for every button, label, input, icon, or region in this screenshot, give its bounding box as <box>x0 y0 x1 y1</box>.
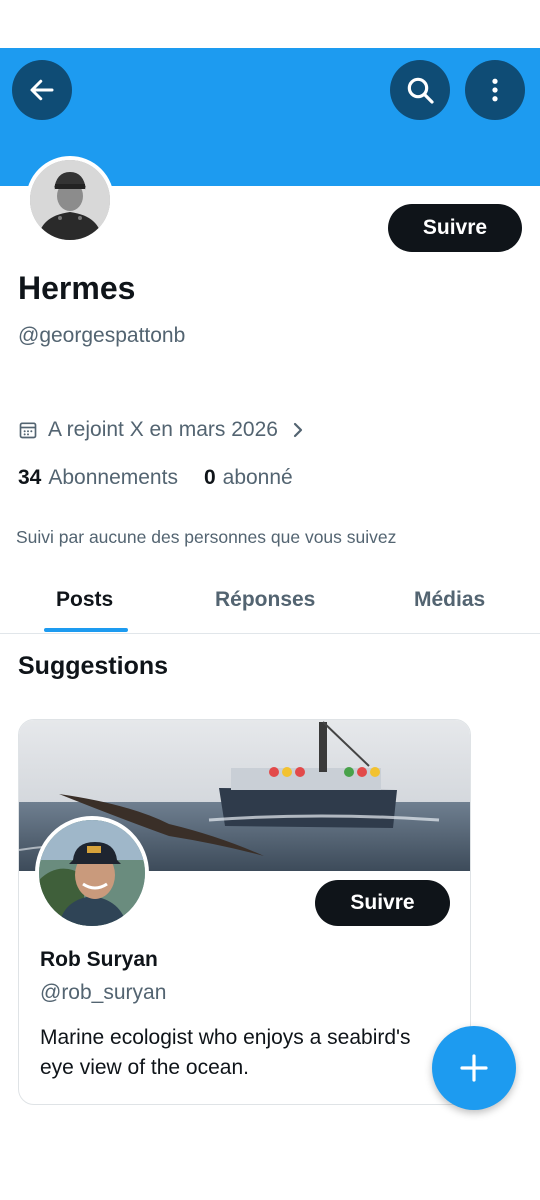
profile-tabs: Posts Réponses Médias <box>0 576 540 634</box>
more-vertical-icon <box>492 78 498 102</box>
followers-label: abonné <box>222 466 293 489</box>
follow-counts: 34 Abonnements 0 abonné <box>18 466 319 490</box>
suggestion-card[interactable]: Suivre Rob Suryan @rob_suryan Marine eco… <box>18 719 471 1105</box>
arrow-left-icon <box>30 79 54 101</box>
avatar-image <box>30 160 110 240</box>
suggestion-avatar[interactable] <box>35 816 149 930</box>
follow-button[interactable]: Suivre <box>388 204 522 252</box>
following-count: 34 <box>18 466 42 489</box>
suggestion-bio: Marine ecologist who enjoys a seabird's … <box>40 1026 411 1079</box>
following-label: Abonnements <box>48 466 178 489</box>
profile-avatar[interactable] <box>26 156 114 244</box>
calendar-icon <box>19 422 37 439</box>
profile-handle: @georgespattonb <box>18 324 186 347</box>
suggestion-avatar-image <box>39 820 145 926</box>
joined-text: A rejoint X en mars 2026 <box>48 418 278 441</box>
tab-reponses[interactable]: Réponses <box>215 588 315 612</box>
suggestion-handle: @rob_suryan <box>40 981 167 1004</box>
profile-name: Hermes <box>18 270 136 306</box>
following-link[interactable]: 34 Abonnements <box>18 466 178 490</box>
joined-date-row[interactable]: A rejoint X en mars 2026 <box>18 418 306 442</box>
followed-by-text: Suivi par aucune des personnes que vous … <box>16 527 397 547</box>
followers-count: 0 <box>203 466 216 489</box>
chevron-right-icon <box>293 422 303 438</box>
compose-post-button[interactable] <box>432 1026 516 1110</box>
tab-medias[interactable]: Médias <box>414 588 485 612</box>
tab-posts[interactable]: Posts <box>56 588 113 612</box>
suggestion-name: Rob Suryan <box>40 948 158 971</box>
more-options-button[interactable] <box>465 60 525 120</box>
suggestion-follow-button[interactable]: Suivre <box>315 880 450 926</box>
plus-icon <box>460 1054 488 1082</box>
suggestions-heading: Suggestions <box>18 652 169 680</box>
followers-link[interactable]: 0 abonné <box>204 466 293 490</box>
active-tab-indicator <box>44 628 128 632</box>
search-icon <box>407 77 434 104</box>
search-button[interactable] <box>390 60 450 120</box>
back-button[interactable] <box>12 60 72 120</box>
